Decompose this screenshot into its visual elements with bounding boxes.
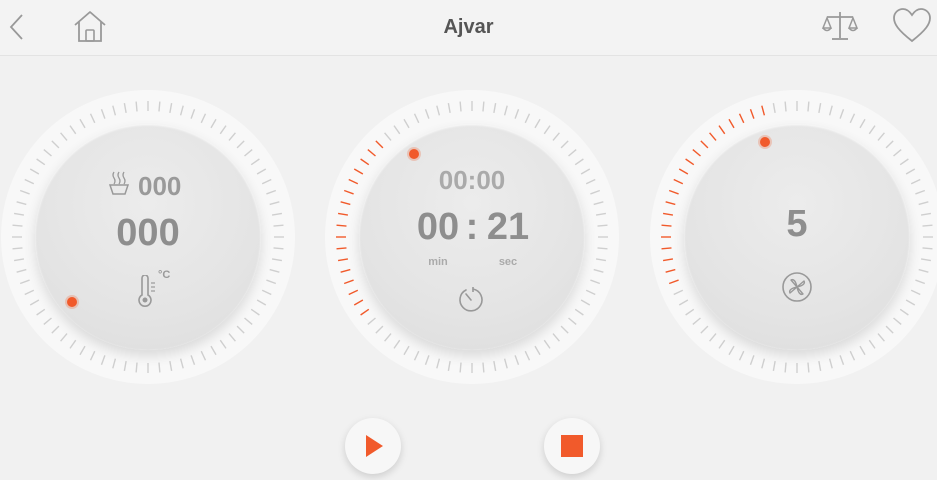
- scale-icon[interactable]: [820, 8, 860, 44]
- steam-icon: [108, 171, 130, 195]
- stop-button[interactable]: [544, 418, 600, 474]
- temperature-dial-indicator[interactable]: [67, 297, 77, 307]
- heart-icon[interactable]: [892, 6, 932, 46]
- dial-tick: [12, 247, 23, 250]
- minutes-label: min: [428, 256, 448, 268]
- dial-tick: [807, 362, 810, 373]
- seconds-label: sec: [498, 256, 518, 268]
- stop-icon: [561, 435, 583, 457]
- dial-tick: [482, 101, 485, 112]
- dial-tick: [135, 101, 138, 112]
- dial-tick: [273, 247, 284, 250]
- page-title: Ajvar: [443, 16, 494, 38]
- speed-dial[interactable]: 5: [647, 87, 937, 387]
- temperature-unit: °C: [158, 269, 171, 281]
- dial-tick: [597, 247, 608, 250]
- dial-tick: [273, 224, 284, 227]
- timer-separator: :: [465, 206, 479, 248]
- speed-dial-indicator[interactable]: [760, 137, 770, 147]
- speed-value: 5: [786, 203, 808, 245]
- play-icon: [366, 435, 383, 457]
- timer-minutes: 00: [416, 206, 460, 248]
- dial-tick: [597, 224, 608, 227]
- dial-tick: [661, 224, 672, 227]
- start-button[interactable]: [345, 418, 401, 474]
- dial-tick: [922, 247, 933, 250]
- timer-icon: [459, 287, 483, 312]
- timer-seconds: 21: [486, 206, 530, 248]
- top-bar: Ajvar: [0, 0, 937, 56]
- dial-tick: [336, 247, 347, 250]
- dial-tick: [158, 101, 161, 112]
- steam-value: 000: [138, 171, 182, 201]
- dial-tick: [784, 101, 787, 112]
- dial-tick: [784, 362, 787, 373]
- dial-tick: [336, 224, 347, 227]
- thermometer-icon: [138, 275, 155, 307]
- timer-dial-indicator[interactable]: [409, 149, 419, 159]
- temperature-value: 000: [116, 212, 180, 254]
- dial-tick: [661, 247, 672, 250]
- dial-tick: [459, 362, 462, 373]
- dial-tick: [807, 101, 810, 112]
- dial-tick: [459, 101, 462, 112]
- dial-tick: [12, 224, 23, 227]
- timer-remaining: 00:00: [438, 165, 506, 195]
- dial-tick: [135, 362, 138, 373]
- dial-tick: [922, 224, 933, 227]
- dial-tick: [158, 362, 161, 373]
- dial-tick: [482, 362, 485, 373]
- temperature-dial[interactable]: 000 000 °C: [0, 87, 298, 387]
- fan-icon: [782, 272, 812, 302]
- timer-dial[interactable]: 00:00 00 : 21 min sec: [322, 87, 622, 387]
